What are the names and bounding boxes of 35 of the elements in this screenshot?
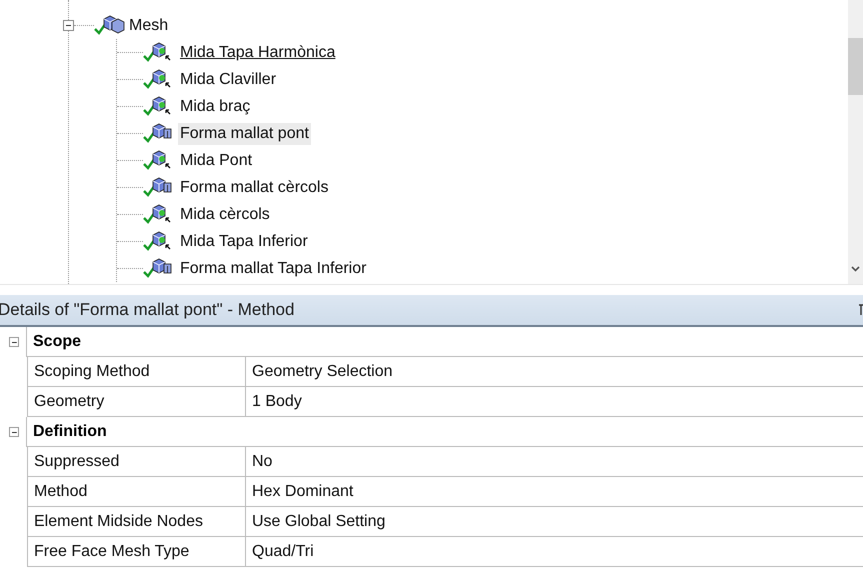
tree-item[interactable]: Mida Pont <box>178 150 254 172</box>
tree-item[interactable]: Mida braç <box>178 96 252 118</box>
cube-method-icon <box>143 177 174 198</box>
property-value[interactable]: 1 Body <box>245 387 863 417</box>
property-value[interactable]: Use Global Setting <box>245 507 863 537</box>
scroll-down-icon[interactable] <box>851 266 860 272</box>
tree-item[interactable]: Forma mallat cèrcols <box>178 176 330 198</box>
tree-item[interactable]: Forma mallat pont <box>178 122 311 144</box>
tree-item[interactable]: Mida Tapa Harmònica <box>178 42 338 64</box>
group-heading: Definition <box>26 417 863 447</box>
collapse-toggle[interactable] <box>9 427 19 437</box>
property-value[interactable]: Geometry Selection <box>245 357 863 387</box>
collapse-toggle[interactable] <box>9 337 19 347</box>
tree-item[interactable]: Mesh <box>127 14 170 36</box>
pin-icon[interactable] <box>859 304 863 316</box>
scroll-thumb[interactable] <box>848 38 863 95</box>
cube-method-icon <box>143 258 174 279</box>
property-name: Free Face Mesh Type <box>27 537 245 567</box>
collapse-toggle[interactable] <box>63 20 74 31</box>
property-value[interactable]: Quad/Tri <box>245 537 863 567</box>
property-name: Method <box>27 477 245 507</box>
cube-method-icon <box>143 123 174 144</box>
property-name: Suppressed <box>27 447 245 477</box>
tree-item[interactable]: Mida cèrcols <box>178 204 272 226</box>
property-name: Scoping Method <box>27 357 245 387</box>
property-name: Geometry <box>27 387 245 417</box>
tree-item[interactable]: Mida Claviller <box>178 68 278 90</box>
tree-item[interactable]: Mida Tapa Inferior <box>178 230 310 252</box>
scrollbar[interactable] <box>848 0 863 284</box>
property-value[interactable]: No <box>245 447 863 477</box>
property-value[interactable]: Hex Dominant <box>245 477 863 507</box>
tree-item[interactable]: Forma mallat Tapa Inferior <box>178 258 368 280</box>
group-heading: Scope <box>26 327 863 357</box>
property-name: Element Midside Nodes <box>27 507 245 537</box>
mesh-cubes-icon <box>94 15 125 36</box>
